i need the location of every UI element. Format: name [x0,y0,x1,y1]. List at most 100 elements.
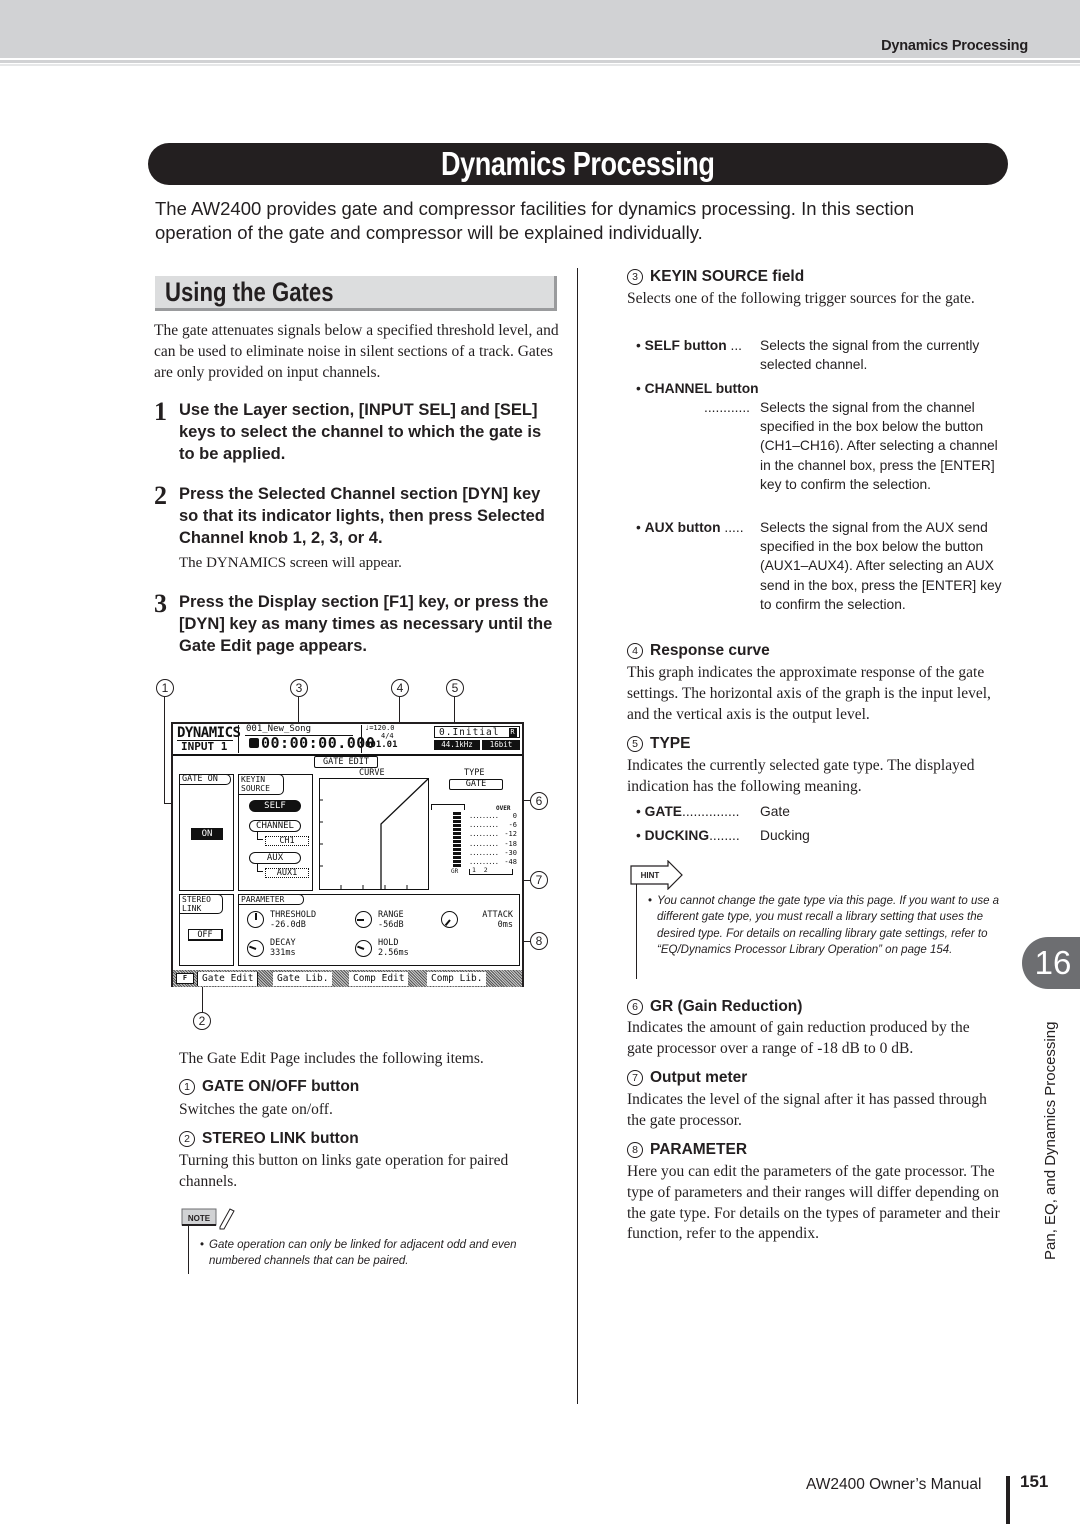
item-output-heading: 7 Output meter [627,1069,747,1087]
range-knob[interactable] [355,911,372,928]
item-parameter-body: Here you can edit the parameters of the … [627,1163,1000,1243]
step-1: 1 Use the Layer section, [INPUT SEL] and… [154,397,564,465]
lcd-tempo: ♩=120.0 [365,724,395,732]
callout-4: 4 [391,679,409,697]
item-number: 6 [627,999,643,1015]
decay-param: DECAY 331ms [270,938,296,958]
curve-frame [319,778,429,890]
callout-8: 8 [530,932,548,950]
item-output-body: Indicates the level of the signal after … [627,1091,987,1129]
item-parameter-heading: 8 PARAMETER [627,1141,747,1159]
tab-comp-edit[interactable]: Comp Edit [349,972,409,986]
threshold-param: THRESHOLD -26.0dB [270,910,316,930]
bullet-desc: Selects the signal from the channel spec… [760,400,998,492]
callout-3: 3 [290,679,308,697]
keyin-channel-button[interactable]: CHANNEL [249,820,301,832]
bullet-dot: • [648,895,653,907]
callout-5: 5 [446,679,464,697]
header-rule-light [0,64,1080,66]
hold-value: 2.56ms [378,948,409,958]
output-tick: -48 [504,858,517,867]
callout-6: 6 [530,792,548,810]
function-key-icon[interactable]: F [176,973,194,984]
lcd-scene-name: 0.Initial [439,727,500,738]
keyin-self-button[interactable]: SELF [249,800,301,812]
item-number: 2 [179,1131,195,1147]
keyin-bullet-channel-term: • CHANNEL button [636,381,759,396]
page-title: Dynamics Processing [441,145,715,182]
keyin-bullet-aux: • AUX button ..... Selects the signal fr… [636,518,1006,638]
lcd-scene-box[interactable]: 0.Initial R [434,726,520,738]
keyin-channel-select[interactable]: CH1 [265,836,309,846]
column-divider [577,268,578,1404]
footer-manual-title: AW2400 Owner’s Manual [806,1476,982,1493]
item-gate-on-off-heading: 1 GATE ON/OFF button [179,1078,359,1096]
hold-knob[interactable] [355,940,372,957]
tab-gate-lib[interactable]: Gate Lib. [273,972,333,986]
lcd-song-name: 001_New_Song [246,724,312,734]
item-keyin-body: Selects one of the following trigger sou… [627,290,975,307]
item-title: KEYIN SOURCE field [650,268,805,285]
step-number: 1 [154,397,167,426]
decay-knob[interactable] [247,940,264,957]
lcd-screen: DYNAMICS INPUT 1 001_New_Song 00:00:00.0… [171,722,524,987]
decay-name: DECAY [270,938,296,948]
figure-caption: The Gate Edit Page includes the followin… [179,1050,484,1067]
item-number: 7 [627,1070,643,1086]
callout-7: 7 [530,871,548,889]
step-2-result: The DYNAMICS screen will appear. [179,555,402,571]
bullet-term: • DUCKING........ [636,828,740,843]
threshold-name: THRESHOLD [270,910,317,920]
note-label: NOTE [188,1214,211,1223]
output-over-label: OVER [496,805,511,812]
hint-item: • You cannot change the gate type via th… [648,893,1004,958]
step-text: Use the Layer section, [INPUT SEL] and [… [179,401,542,463]
lcd-page-label: GATE EDIT [314,756,378,768]
page-title-bar: Dynamics Processing [148,143,1008,185]
lcd-screen-name: DYNAMICS [177,725,241,741]
lcd-channel-name: INPUT 1 [181,740,228,753]
gate-on-label: GATE ON [179,774,231,785]
item-type-heading: 5 TYPE [627,735,690,753]
output-tick: -12 [504,830,517,839]
note-rule [188,1226,189,1274]
hint-rule [636,884,637,979]
page-number: 151 [1020,1472,1049,1491]
hold-param: HOLD 2.56ms [378,938,409,958]
keyin-aux-select[interactable]: AUX1 [265,868,309,878]
bullet-term: • SELF button ... [636,338,743,353]
keyin-source-label: KEYIN SOURCE [238,774,284,795]
gate-on-button[interactable]: ON [191,828,223,840]
tab-gate-edit[interactable]: Gate Edit [197,972,259,986]
bullet-desc: Selects the signal from the AUX send spe… [760,520,1002,612]
keyin-aux-button[interactable]: AUX [249,852,301,864]
hint-box: HINT [630,859,686,895]
hold-name: HOLD [378,938,399,948]
item-title: GR (Gain Reduction) [650,998,803,1015]
note-item: • Gate operation can only be linked for … [200,1237,560,1270]
bullet-desc: Selects the signal from the currently se… [760,338,980,373]
item-number: 1 [179,1079,195,1095]
note-text: Gate operation can only be linked for ad… [209,1239,517,1268]
step-2: 2 Press the Selected Channel section [DY… [154,482,564,549]
bullet-term: • AUX button ..... [636,520,744,535]
output-bracket [469,869,513,875]
item-type-body: Indicates the currently selected gate ty… [627,757,975,795]
bullet-desc: Gate [760,804,790,819]
running-head: Dynamics Processing [881,38,1028,54]
section-title: Using the Gates [165,276,334,307]
bullet-term: • GATE............... [636,804,740,819]
step-3: 3 Press the Display section [F1] key, or… [154,590,564,657]
output-tick: -30 [504,848,517,857]
attack-knob[interactable] [441,911,458,928]
range-name: RANGE [378,910,404,920]
chapter-tab[interactable]: 16 [1022,937,1080,989]
item-response-heading: 4 Response curve [627,642,770,660]
intro-paragraph: The AW2400 provides gate and compressor … [155,198,915,243]
hint-label: HINT [641,871,660,880]
tab-comp-lib[interactable]: Comp Lib. [427,972,487,986]
callout-1: 1 [156,679,174,697]
item-number: 4 [627,643,643,659]
stereo-link-button[interactable]: OFF [188,929,223,941]
threshold-knob[interactable] [247,911,264,928]
